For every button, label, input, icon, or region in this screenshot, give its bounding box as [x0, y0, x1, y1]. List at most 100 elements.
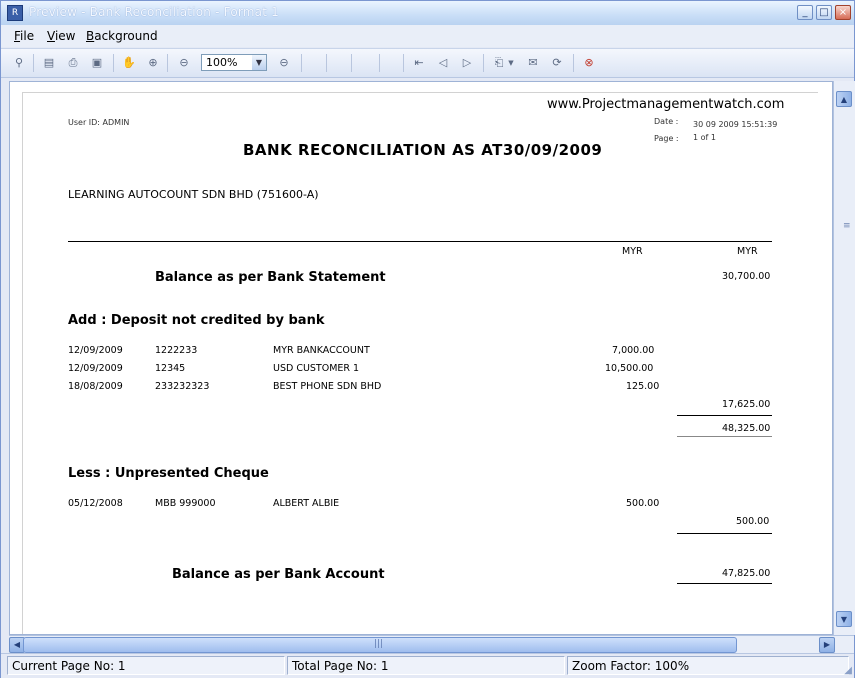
toolbar-separator — [351, 54, 352, 72]
menu-view-mnemonic: V — [47, 29, 55, 43]
cheque-1-date: 05/12/2008 — [68, 498, 123, 509]
toolbar-separator — [167, 54, 168, 72]
hand-icon[interactable]: ✋ — [121, 55, 137, 71]
toolbar-separator — [33, 54, 34, 72]
final-total-rule — [677, 583, 772, 584]
deposit-1-ref: 1222233 — [155, 345, 198, 356]
toolbar-separator — [379, 54, 380, 72]
zoom-in-icon[interactable]: ⊕ — [145, 55, 161, 71]
app-icon: R — [7, 5, 23, 21]
scroll-up-icon[interactable]: ▲ — [836, 91, 852, 107]
horizontal-scrollbar[interactable]: ◀ ||| ▶ — [9, 635, 854, 654]
menu-file[interactable]: File — [14, 29, 34, 43]
menu-file-rest: ile — [20, 29, 35, 43]
toolbar-separator — [301, 54, 302, 72]
menu-view-rest: iew — [54, 29, 76, 43]
toolbar-separator — [403, 54, 404, 72]
current-page-text: Current Page No: 1 — [12, 659, 126, 673]
export-icon[interactable]: ⎗ — [491, 55, 507, 71]
deposits-total-rule — [677, 415, 772, 416]
balance-account-label: Balance as per Bank Account — [172, 567, 385, 582]
cheques-total-rule — [677, 533, 772, 534]
subtotal-value: 48,325.00 — [722, 423, 771, 434]
cheques-total: 500.00 — [736, 516, 770, 527]
cheque-1-desc: ALBERT ALBIE — [273, 498, 340, 509]
deposit-2-desc: USD CUSTOMER 1 — [273, 363, 360, 374]
deposit-3-amount: 125.00 — [626, 381, 660, 392]
deposit-1-date: 12/09/2009 — [68, 345, 123, 356]
open-icon[interactable]: ▤ — [41, 55, 57, 71]
chevron-down-icon[interactable]: ▼ — [252, 55, 266, 70]
toolbar-separator — [573, 54, 574, 72]
deposit-2-ref: 12345 — [155, 363, 186, 374]
toolbar: ⚲ ▤ ⎙ ▣ ✋ ⊕ ⊖ 100% ▼ ⊖ ⇤ ◁ ▷ ⎗ ▼ ✉ ⟳ ⊗ — [1, 48, 854, 78]
deposit-2-date: 12/09/2009 — [68, 363, 123, 374]
menu-view[interactable]: View — [47, 29, 75, 43]
cheque-1-ref: MBB 999000 — [155, 498, 216, 509]
first-page-icon[interactable]: ⇤ — [411, 55, 427, 71]
deposit-3-date: 18/08/2009 — [68, 381, 123, 392]
deposit-3-ref: 233232323 — [155, 381, 210, 392]
report-title: BANK RECONCILIATION AS AT30/09/2009 — [243, 141, 603, 159]
currency-col1: MYR — [622, 246, 643, 257]
prev-page-icon[interactable]: ◁ — [435, 55, 451, 71]
status-bar: Current Page No: 1 Total Page No: 1 Zoom… — [1, 653, 854, 678]
deposits-total: 17,625.00 — [722, 399, 771, 410]
scroll-right-icon[interactable]: ▶ — [819, 637, 835, 653]
balance-bank-label: Balance as per Bank Statement — [155, 270, 386, 285]
report-page: www.Projectmanagementwatch.com User ID: … — [22, 92, 818, 634]
watermark-text: www.Projectmanagementwatch.com — [547, 97, 785, 112]
report-viewport[interactable]: www.Projectmanagementwatch.com User ID: … — [9, 81, 833, 635]
deposit-1-amount: 7,000.00 — [612, 345, 655, 356]
resize-grip-icon[interactable]: ◢ — [844, 665, 852, 676]
close-report-icon[interactable]: ⊗ — [581, 55, 597, 71]
menu-background[interactable]: Background — [86, 29, 158, 43]
scroll-grip-icon[interactable]: ≡ — [843, 221, 851, 231]
preview-window: R Preview - Bank Reconciliation - Format… — [0, 0, 855, 678]
dropdown-arrow-icon[interactable]: ▼ — [507, 55, 515, 71]
page-label: Page : — [654, 134, 679, 143]
zoom-out-icon[interactable]: ⊖ — [176, 55, 192, 71]
menu-bar: File View Background — [1, 25, 854, 47]
total-page-text: Total Page No: 1 — [292, 659, 389, 673]
title-bar[interactable]: R Preview - Bank Reconciliation - Format… — [1, 1, 854, 26]
status-total-page: Total Page No: 1 — [287, 656, 565, 675]
company-name: LEARNING AUTOCOUNT SDN BHD (751600-A) — [68, 188, 319, 201]
minimize-button[interactable]: _ — [797, 5, 813, 20]
menu-background-mnemonic: B — [86, 29, 95, 43]
add-heading: Add : Deposit not credited by bank — [68, 313, 325, 328]
print-icon[interactable]: ⎙ — [65, 55, 81, 71]
menu-background-rest: ackground — [94, 29, 158, 43]
deposit-1-desc: MYR BANKACCOUNT — [273, 345, 370, 356]
less-heading: Less : Unpresented Cheque — [68, 466, 269, 481]
horizontal-scroll-thumb[interactable]: ||| — [23, 637, 737, 653]
status-zoom-factor: Zoom Factor: 100% — [567, 656, 849, 675]
page-value: 1 of 1 — [693, 133, 716, 142]
print-setup-icon[interactable]: ▣ — [89, 55, 105, 71]
email-icon[interactable]: ✉ — [525, 55, 541, 71]
zoom-factor-text: Zoom Factor: 100% — [572, 659, 690, 673]
balance-bank-value: 30,700.00 — [722, 271, 771, 282]
toolbar-separator — [483, 54, 484, 72]
subtotal-rule — [677, 436, 772, 437]
currency-col2: MYR — [737, 246, 758, 257]
balance-account-value: 47,825.00 — [722, 568, 771, 579]
toolbar-separator — [326, 54, 327, 72]
refresh-icon[interactable]: ⟳ — [549, 55, 565, 71]
maximize-button[interactable]: □ — [816, 5, 832, 20]
date-value: 30 09 2009 15:51:39 — [693, 120, 778, 129]
zoom-value: 100% — [206, 56, 238, 69]
close-button[interactable]: × — [835, 5, 851, 20]
zoom-out-2-icon[interactable]: ⊖ — [276, 55, 292, 71]
next-page-icon[interactable]: ▷ — [459, 55, 475, 71]
user-id: User ID: ADMIN — [68, 118, 130, 127]
vertical-scrollbar[interactable]: ▲ ≡ ▼ — [833, 81, 855, 635]
header-rule — [68, 241, 772, 242]
date-label: Date : — [654, 117, 679, 126]
toolbar-separator — [113, 54, 114, 72]
zoom-select[interactable]: 100% ▼ — [201, 54, 267, 71]
status-current-page: Current Page No: 1 — [7, 656, 285, 675]
scroll-down-icon[interactable]: ▼ — [836, 611, 852, 627]
deposit-3-desc: BEST PHONE SDN BHD — [273, 381, 382, 392]
binoculars-icon[interactable]: ⚲ — [11, 55, 27, 71]
